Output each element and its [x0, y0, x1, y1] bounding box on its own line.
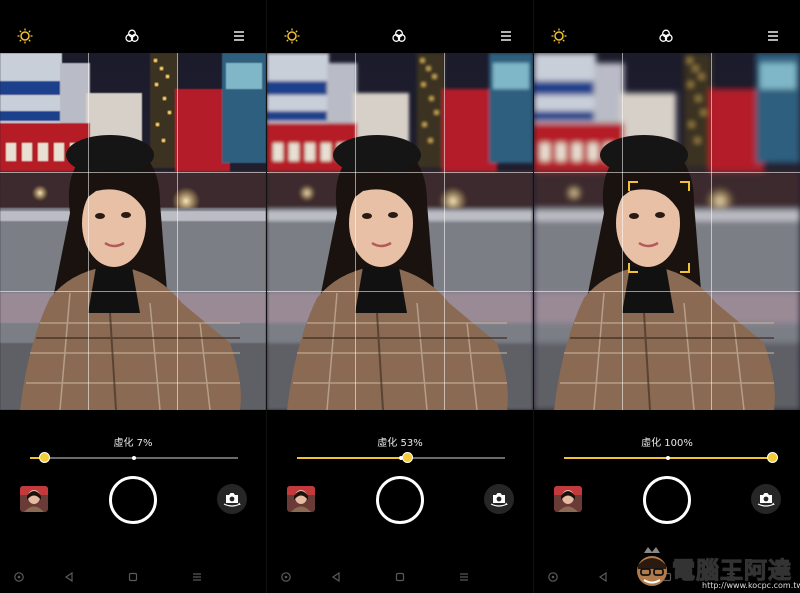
filter-icon[interactable]: [656, 26, 676, 46]
grid-line-vertical: [177, 53, 178, 410]
gallery-thumbnail[interactable]: [20, 486, 48, 512]
system-nav-bar: [0, 570, 266, 586]
shutter-button[interactable]: [109, 476, 157, 524]
grid-line-horizontal: [534, 291, 800, 292]
system-nav-bar: [267, 570, 533, 586]
grid-line-horizontal: [267, 172, 533, 173]
switch-camera-icon: [757, 493, 775, 507]
slider-handle[interactable]: [401, 452, 413, 463]
sun-icon[interactable]: [15, 26, 35, 46]
camera-preview-image: [0, 53, 266, 410]
grid-line-horizontal: [534, 172, 800, 173]
grid-line-horizontal: [0, 172, 266, 173]
back-icon[interactable]: [62, 570, 76, 584]
sun-icon[interactable]: [549, 26, 569, 46]
recents-icon[interactable]: [190, 570, 204, 584]
slider-fill: [297, 457, 408, 459]
switch-camera-button[interactable]: [217, 484, 247, 514]
viewfinder[interactable]: [267, 53, 533, 410]
top-bar: [267, 26, 533, 48]
menu-icon[interactable]: [229, 26, 249, 46]
viewfinder[interactable]: [0, 53, 266, 410]
shutter-button[interactable]: [376, 476, 424, 524]
recents-icon[interactable]: [457, 570, 471, 584]
face-detection-box: [628, 181, 690, 273]
gallery-thumbnail[interactable]: [287, 486, 315, 512]
viewfinder[interactable]: [534, 53, 800, 410]
screens-container: 虛化 7% 虛化 53% 虛化 100%: [0, 0, 800, 593]
grid-line-vertical: [355, 53, 356, 410]
blur-level-label: 虛化 100%: [641, 438, 693, 449]
blur-level-label: 虛化 7%: [113, 438, 153, 449]
shutter-button[interactable]: [643, 476, 691, 524]
back-icon[interactable]: [329, 570, 343, 584]
blur-slider[interactable]: [564, 452, 778, 464]
switch-camera-button[interactable]: [751, 484, 781, 514]
slider-handle[interactable]: [766, 452, 778, 463]
watermark: 電腦王阿達 http://www.kocpc.com.tw: [632, 545, 800, 593]
gallery-thumbnail[interactable]: [554, 486, 582, 512]
menu-icon[interactable]: [496, 26, 516, 46]
top-bar: [534, 26, 800, 48]
camera-screen-2: 虛化 53%: [267, 0, 533, 593]
slider-marker: [132, 455, 136, 460]
circle-nav-icon[interactable]: [279, 570, 293, 584]
menu-icon[interactable]: [763, 26, 783, 46]
back-icon[interactable]: [596, 570, 610, 584]
watermark-url: http://www.kocpc.com.tw: [702, 581, 800, 590]
camera-preview-image: [267, 53, 533, 410]
slider-handle[interactable]: [39, 452, 51, 463]
watermark-brand: 電腦王阿達: [672, 558, 792, 585]
mascot-logo: [637, 547, 667, 586]
camera-screen-1: 虛化 7%: [0, 0, 266, 593]
blur-slider[interactable]: [30, 452, 238, 464]
grid-line-vertical: [711, 53, 712, 410]
switch-camera-button[interactable]: [484, 484, 514, 514]
sun-icon[interactable]: [282, 26, 302, 46]
circle-nav-icon[interactable]: [12, 570, 26, 584]
circle-nav-icon[interactable]: [546, 570, 560, 584]
grid-line-horizontal: [0, 291, 266, 292]
filter-icon[interactable]: [122, 26, 142, 46]
slider-marker: [666, 455, 670, 460]
blur-level-label: 虛化 53%: [377, 438, 423, 449]
filter-icon[interactable]: [389, 26, 409, 46]
switch-camera-icon: [490, 493, 508, 507]
grid-line-vertical: [622, 53, 623, 410]
blur-slider[interactable]: [297, 452, 505, 464]
camera-screen-3: 虛化 100%: [534, 0, 800, 593]
home-icon[interactable]: [393, 570, 407, 584]
top-bar: [0, 26, 266, 48]
grid-line-horizontal: [267, 291, 533, 292]
home-icon[interactable]: [126, 570, 140, 584]
grid-line-vertical: [444, 53, 445, 410]
grid-line-vertical: [88, 53, 89, 410]
switch-camera-icon: [223, 493, 241, 507]
